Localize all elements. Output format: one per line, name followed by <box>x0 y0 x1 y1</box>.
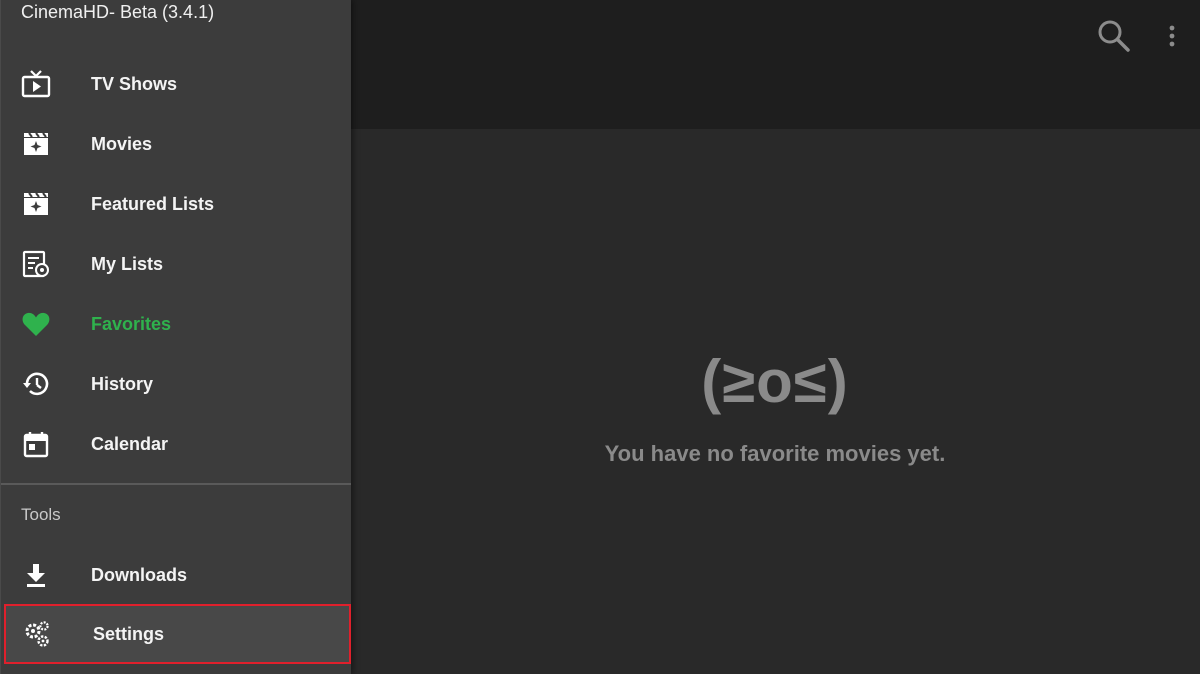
drawer-divider <box>1 483 351 485</box>
download-icon <box>27 564 45 587</box>
gears-icon <box>25 621 49 647</box>
nav-item-label: Movies <box>91 133 153 154</box>
top-app-bar <box>350 0 1200 129</box>
navigation-drawer: CinemaHD- Beta (3.4.1) TV Shows Movies F… <box>0 0 351 674</box>
nav-item-label: History <box>91 373 154 394</box>
nav-item-label: Featured Lists <box>91 193 215 214</box>
tv-icon <box>21 70 51 98</box>
nav-item-label: Favorites <box>91 313 172 334</box>
nav-item-movies[interactable]: Movies <box>1 115 351 173</box>
nav-item-label: Downloads <box>91 564 188 585</box>
nav-item-tv-shows[interactable]: TV Shows <box>1 55 351 113</box>
calendar-icon <box>23 432 49 458</box>
nav-item-label: TV Shows <box>91 73 178 94</box>
movie-clapper-icon <box>24 132 48 155</box>
tools-section-label: Tools <box>21 505 61 524</box>
heart-icon <box>22 312 50 336</box>
more-options-button[interactable] <box>1152 16 1192 56</box>
nav-item-label: Calendar <box>91 433 169 454</box>
list-settings-icon <box>22 250 49 278</box>
more-vert-icon <box>1169 25 1175 47</box>
nav-item-history[interactable]: History <box>1 355 351 413</box>
search-button[interactable] <box>1094 16 1134 56</box>
nav-item-downloads[interactable]: Downloads <box>1 546 351 604</box>
empty-state-emoticon: (≥o≤) <box>701 348 849 415</box>
main-content: (≥o≤) You have no favorite movies yet. <box>350 129 1200 674</box>
search-icon <box>1098 20 1130 52</box>
nav-item-label: My Lists <box>91 253 164 274</box>
history-icon <box>23 372 49 396</box>
app-title: CinemaHD- Beta (3.4.1) <box>21 2 215 22</box>
nav-item-favorites[interactable]: Favorites <box>1 295 351 353</box>
nav-item-featured-lists[interactable]: Featured Lists <box>1 175 351 233</box>
nav-item-label: Settings <box>93 623 165 644</box>
nav-item-my-lists[interactable]: My Lists <box>1 235 351 293</box>
movie-clapper-icon <box>24 192 48 215</box>
nav-item-settings[interactable]: Settings <box>4 604 351 664</box>
nav-item-calendar[interactable]: Calendar <box>1 415 351 473</box>
empty-state-message: You have no favorite movies yet. <box>604 441 946 466</box>
